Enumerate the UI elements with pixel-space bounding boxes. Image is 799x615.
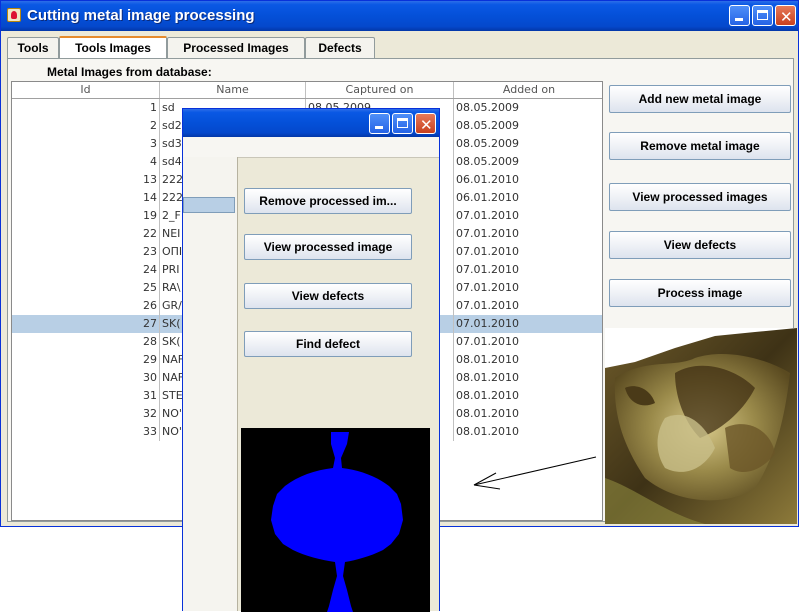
cell-id: 25 xyxy=(12,279,160,297)
cell-added-on: 07.01.2010 xyxy=(456,281,519,294)
cell-added-on: 08.01.2010 xyxy=(456,371,519,384)
remove-metal-image-button[interactable]: Remove metal image xyxy=(609,132,791,160)
add-metal-image-button[interactable]: Add new metal image xyxy=(609,85,791,113)
cell-added-on: 07.01.2010 xyxy=(456,227,519,240)
cell-added-on: 08.05.2009 xyxy=(456,119,519,132)
column-header-captured[interactable]: Captured on xyxy=(306,82,454,98)
cell-id: 4 xyxy=(12,153,160,171)
cell-added-on: 08.01.2010 xyxy=(456,425,519,438)
cell-id: 22 xyxy=(12,225,160,243)
cell-added-on: 07.01.2010 xyxy=(456,209,519,222)
tab-processed-images[interactable]: Processed Images xyxy=(167,37,305,59)
cell-added-on: 06.01.2010 xyxy=(456,191,519,204)
dialog-left-panel xyxy=(183,157,238,611)
processed-image-preview xyxy=(241,428,430,612)
process-image-button[interactable]: Process image xyxy=(609,279,791,307)
cell-added-on: 08.01.2010 xyxy=(456,389,519,402)
view-defects-button[interactable]: View defects xyxy=(609,231,791,259)
minimize-icon xyxy=(375,126,383,129)
cell-id: 33 xyxy=(12,423,160,441)
cell-id: 26 xyxy=(12,297,160,315)
cell-id: 1 xyxy=(12,99,160,117)
cell-added-on: 07.01.2010 xyxy=(456,299,519,312)
cell-id: 32 xyxy=(12,405,160,423)
main-titlebar[interactable]: Cutting metal image processing ✕ xyxy=(1,1,798,31)
java-app-icon xyxy=(7,8,21,22)
table-header: Id Name Captured on Added on xyxy=(12,82,602,99)
dialog-maximize-button[interactable] xyxy=(392,113,413,134)
window-title: Cutting metal image processing xyxy=(27,7,255,24)
cell-added-on: 08.05.2009 xyxy=(456,155,519,168)
dialog-close-button[interactable]: ✕ xyxy=(415,113,436,134)
dialog-minimize-button[interactable] xyxy=(369,113,390,134)
view-processed-image-button[interactable]: View processed image xyxy=(244,234,412,260)
cell-id: 27 xyxy=(12,315,160,333)
cell-id: 19 xyxy=(12,207,160,225)
maximize-button[interactable] xyxy=(752,5,773,26)
column-header-added[interactable]: Added on xyxy=(454,82,602,98)
dialog-titlebar[interactable]: ✕ xyxy=(183,109,439,137)
cell-added-on: 07.01.2010 xyxy=(456,317,519,330)
cell-id: 31 xyxy=(12,387,160,405)
maximize-icon xyxy=(757,10,768,20)
dialog-top-panel xyxy=(183,137,439,158)
cell-id: 14 xyxy=(12,189,160,207)
cell-added-on: 08.05.2009 xyxy=(456,101,519,114)
column-header-id[interactable]: Id xyxy=(12,82,160,98)
cell-id: 2 xyxy=(12,117,160,135)
tab-tools-images[interactable]: Tools Images xyxy=(59,36,167,59)
minimize-button[interactable] xyxy=(729,5,750,26)
cell-id: 13 xyxy=(12,171,160,189)
column-header-name[interactable]: Name xyxy=(160,82,306,98)
cell-added-on: 08.01.2010 xyxy=(456,353,519,366)
remove-processed-image-button[interactable]: Remove processed im... xyxy=(244,188,412,214)
cell-added-on: 08.05.2009 xyxy=(456,137,519,150)
cell-added-on: 06.01.2010 xyxy=(456,173,519,186)
tab-bar: Tools Tools Images Processed Images Defe… xyxy=(7,36,798,59)
cell-id: 29 xyxy=(12,351,160,369)
dialog-selected-field[interactable] xyxy=(183,197,235,213)
dialog-view-defects-button[interactable]: View defects xyxy=(244,283,412,309)
cell-added-on: 07.01.2010 xyxy=(456,263,519,276)
metal-image-preview xyxy=(605,328,797,524)
cell-added-on: 07.01.2010 xyxy=(456,335,519,348)
cell-id: 30 xyxy=(12,369,160,387)
close-button[interactable]: ✕ xyxy=(775,5,796,26)
find-defect-button[interactable]: Find defect xyxy=(244,331,412,357)
section-label: Metal Images from database: xyxy=(47,65,212,79)
cell-added-on: 07.01.2010 xyxy=(456,245,519,258)
cell-added-on: 08.01.2010 xyxy=(456,407,519,420)
processing-dialog: ✕ Remove processed im... View processed … xyxy=(182,108,440,612)
minimize-icon xyxy=(735,18,743,21)
cell-id: 24 xyxy=(12,261,160,279)
cell-id: 23 xyxy=(12,243,160,261)
maximize-icon xyxy=(397,118,408,128)
close-icon: ✕ xyxy=(780,8,793,26)
view-processed-images-button[interactable]: View processed images xyxy=(609,183,791,211)
cell-id: 28 xyxy=(12,333,160,351)
tab-tools[interactable]: Tools xyxy=(7,37,59,59)
cell-id: 3 xyxy=(12,135,160,153)
tab-defects[interactable]: Defects xyxy=(305,37,375,59)
close-icon: ✕ xyxy=(420,116,433,134)
